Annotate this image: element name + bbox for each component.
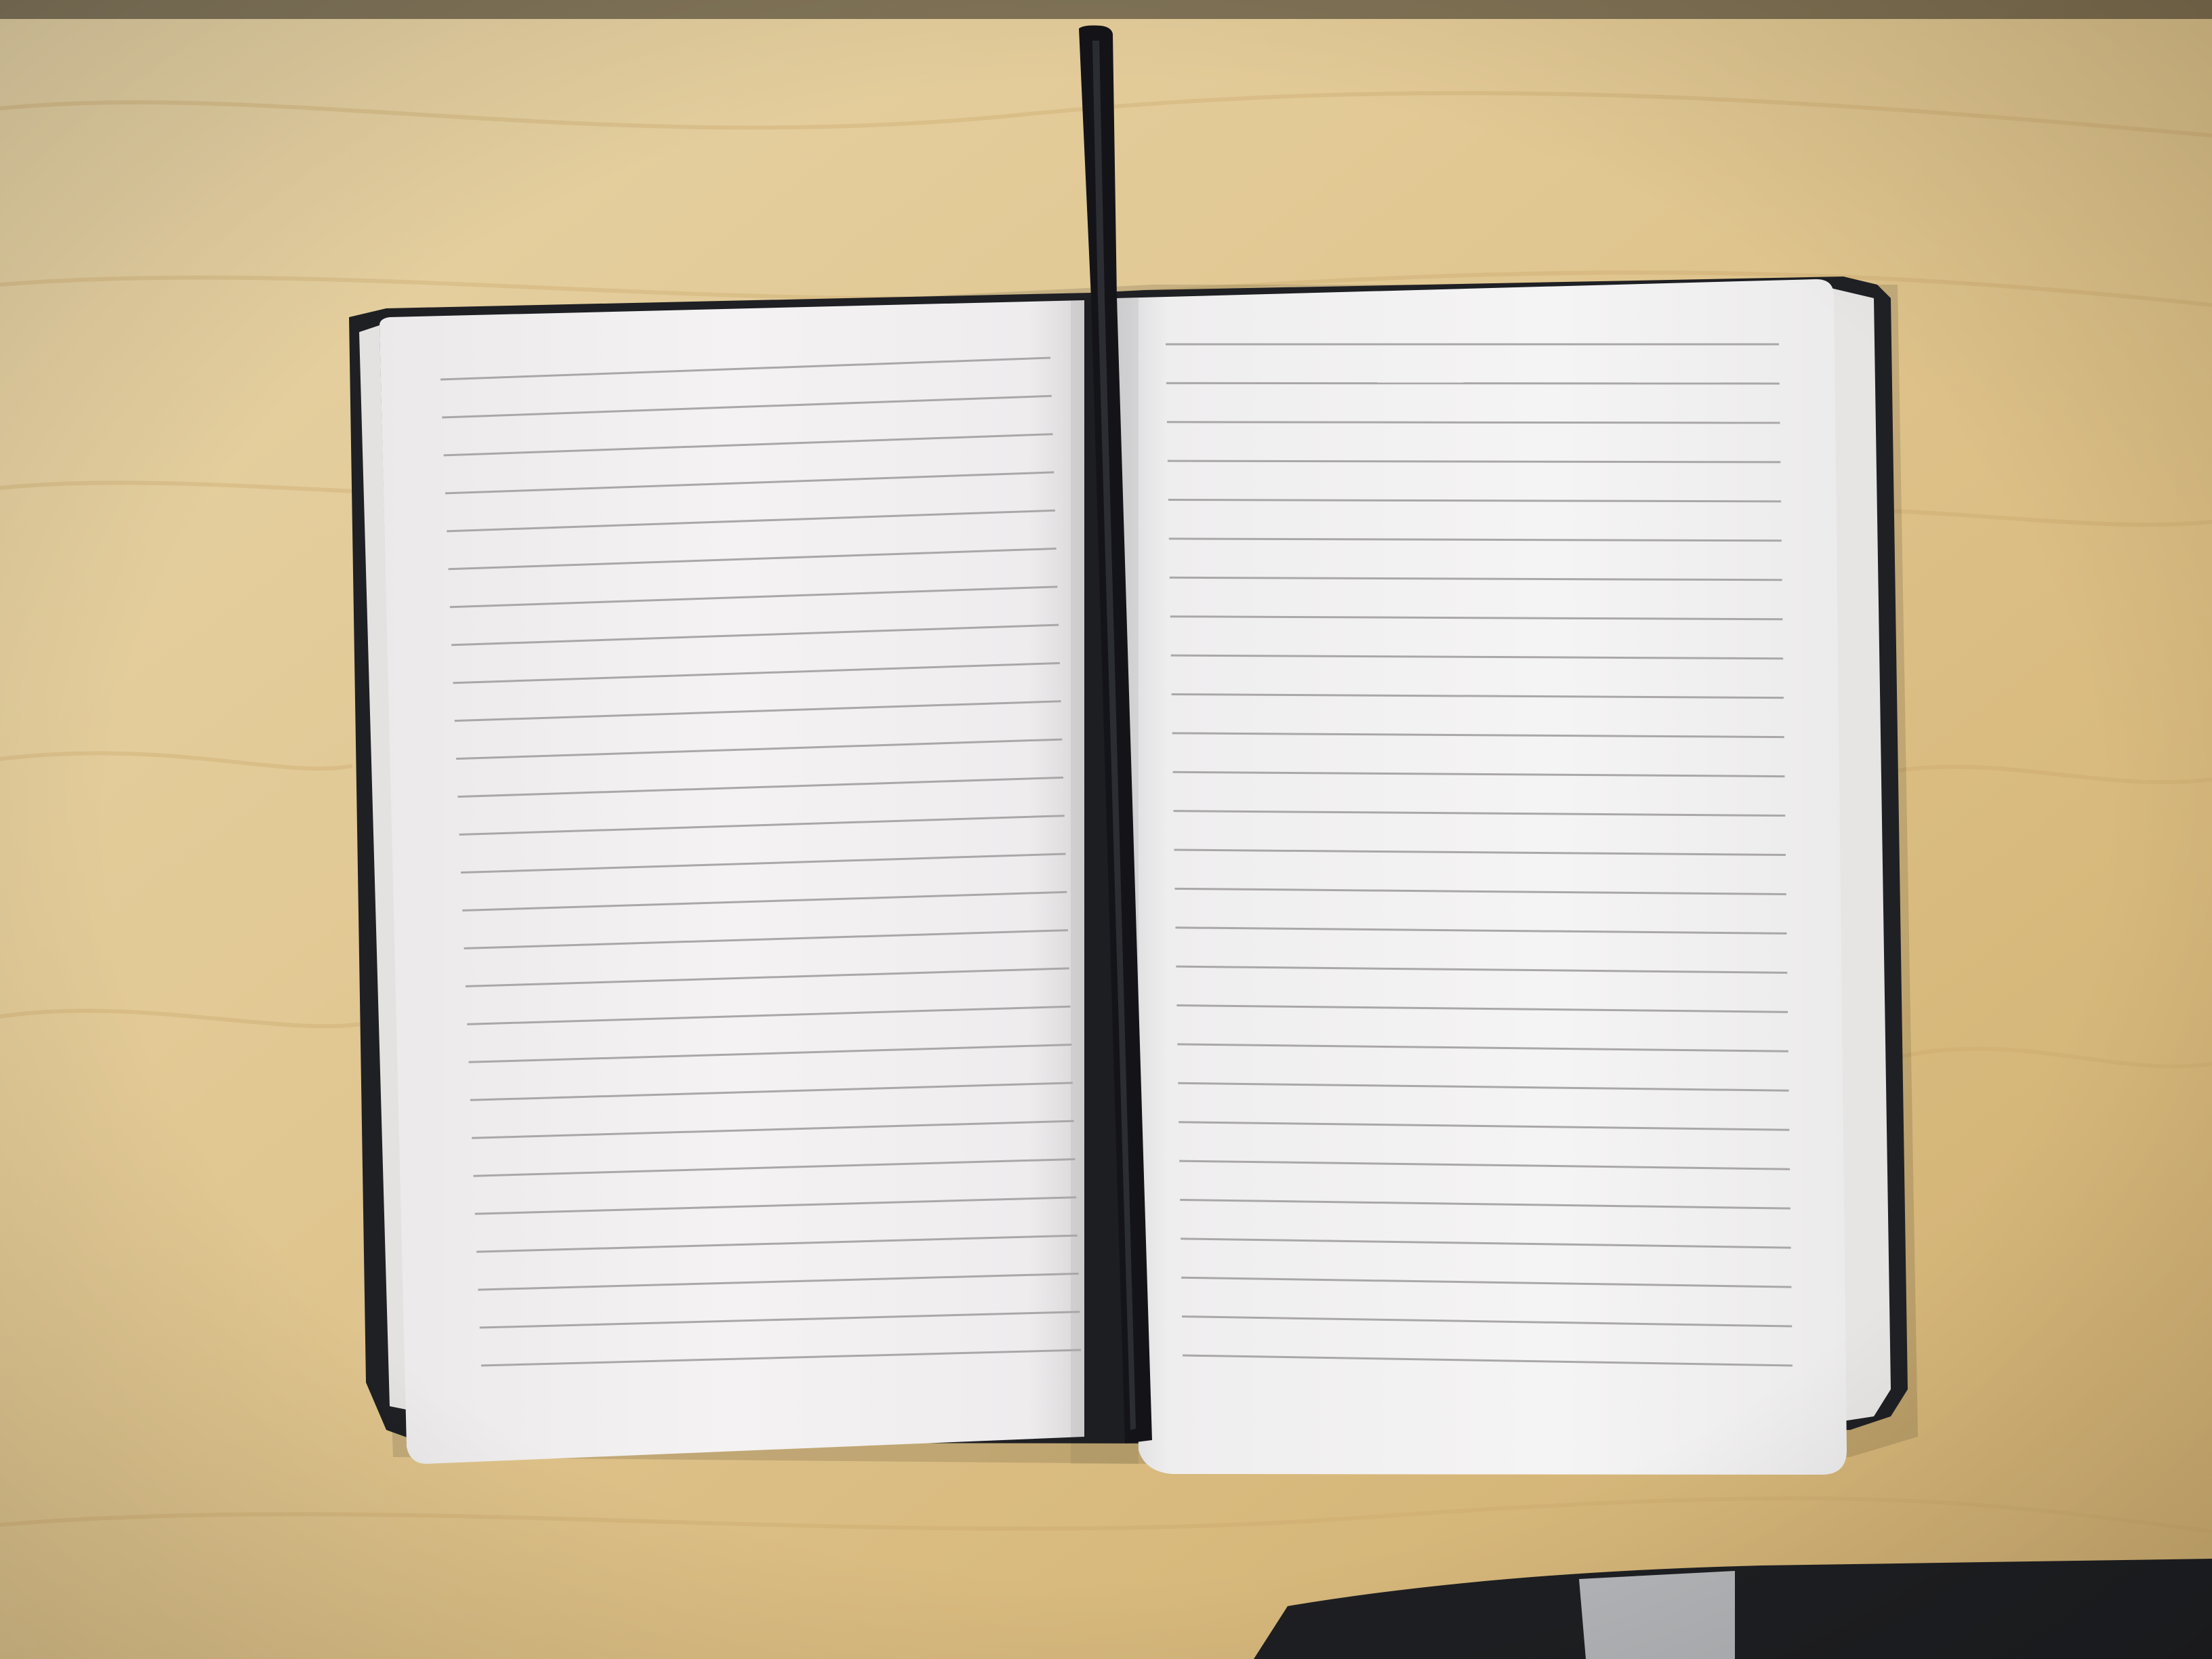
photo-vignette	[0, 0, 2212, 1659]
notebook-photo	[0, 0, 2212, 1659]
